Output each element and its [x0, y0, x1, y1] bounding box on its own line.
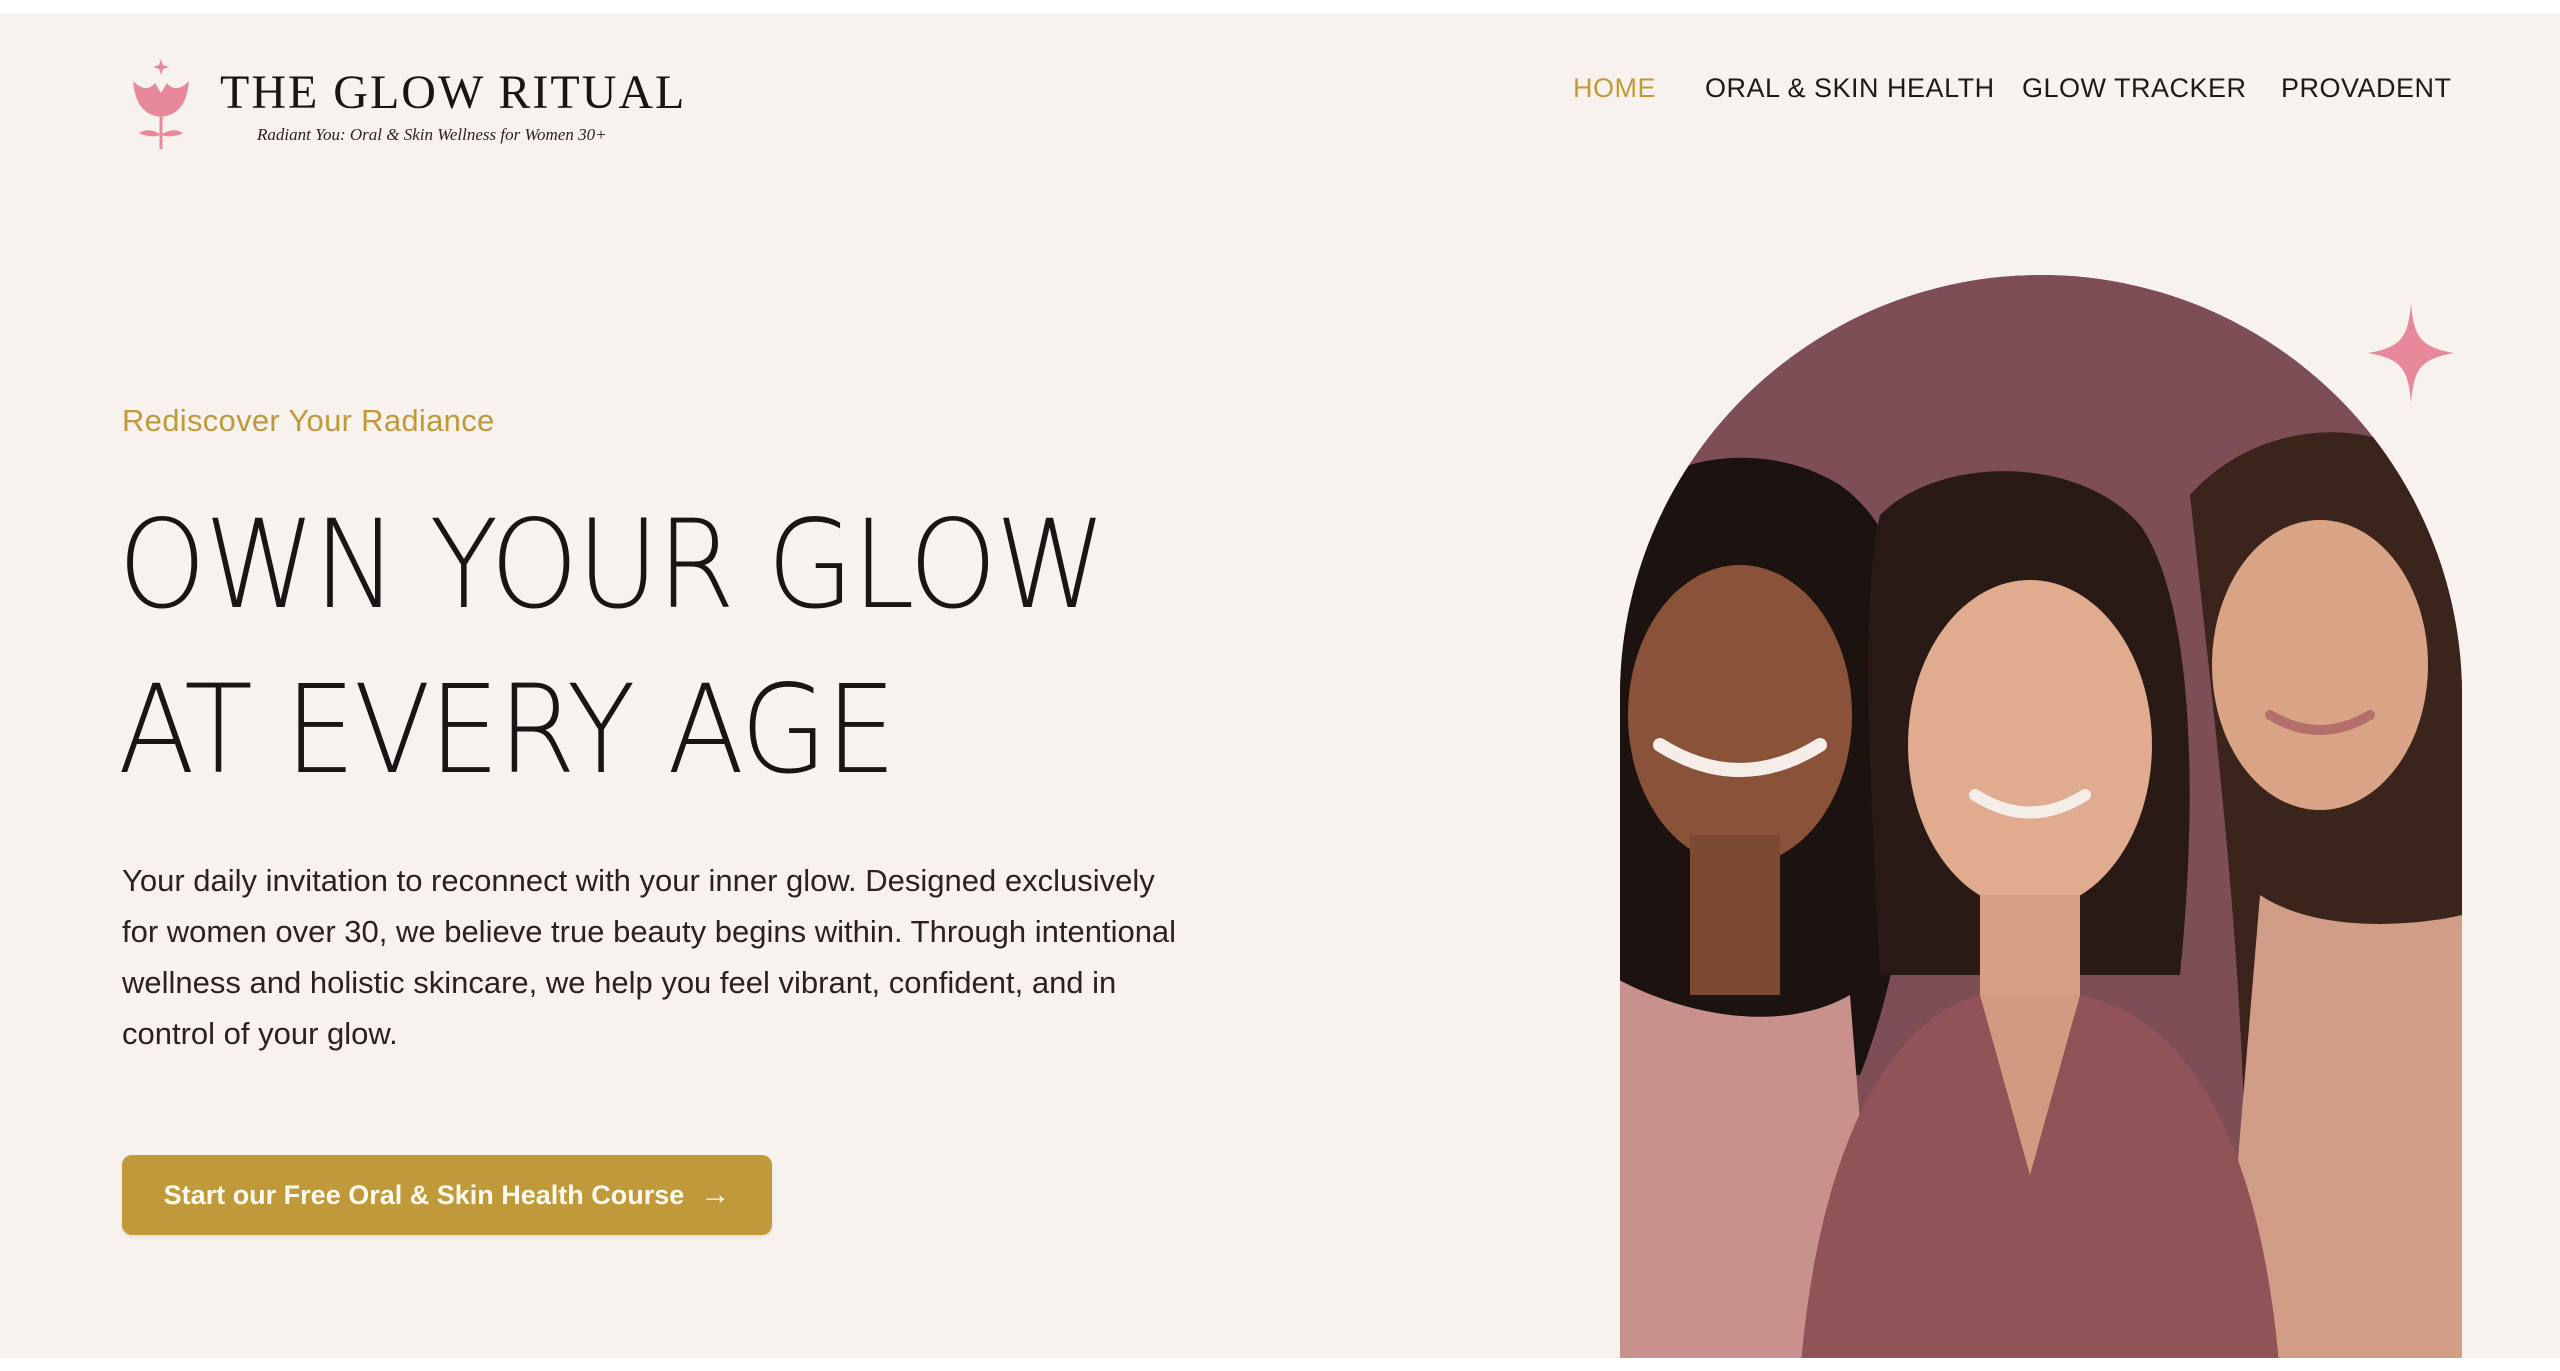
nav-item-provadent[interactable]: PROVADENT: [2281, 73, 2452, 104]
nav-item-glow-tracker[interactable]: GLOW TRACKER: [2022, 73, 2247, 104]
sparkle-icon: [2368, 303, 2454, 403]
hero-photo-illustration: [1620, 275, 2462, 1358]
nav-item-oral-skin-health[interactable]: ORAL & SKIN HEALTH: [1705, 73, 1995, 104]
hero-headline: OWN YOUR GLOW AT EVERY AGE: [118, 483, 1106, 813]
hero-description: Your daily invitation to reconnect with …: [122, 863, 1177, 1051]
start-course-button[interactable]: Start our Free Oral & Skin Health Course…: [122, 1155, 772, 1235]
hero-image: [1620, 275, 2462, 1358]
page: THE GLOW RITUAL Radiant You: Oral & Skin…: [0, 13, 2560, 1358]
brand-tagline: Radiant You: Oral & Skin Wellness for Wo…: [257, 125, 607, 144]
hero-eyebrow: Rediscover Your Radiance: [122, 403, 495, 438]
start-course-label: Start our Free Oral & Skin Health Course: [163, 1179, 685, 1210]
arrow-right-icon: →: [700, 1178, 731, 1211]
headline-line-2: AT EVERY AGE: [118, 659, 896, 801]
main-nav: HOME ORAL & SKIN HEALTH GLOW TRACKER PRO…: [0, 73, 2560, 113]
nav-item-home[interactable]: HOME: [1573, 73, 1656, 104]
headline-line-1: OWN YOUR GLOW: [118, 494, 1106, 636]
